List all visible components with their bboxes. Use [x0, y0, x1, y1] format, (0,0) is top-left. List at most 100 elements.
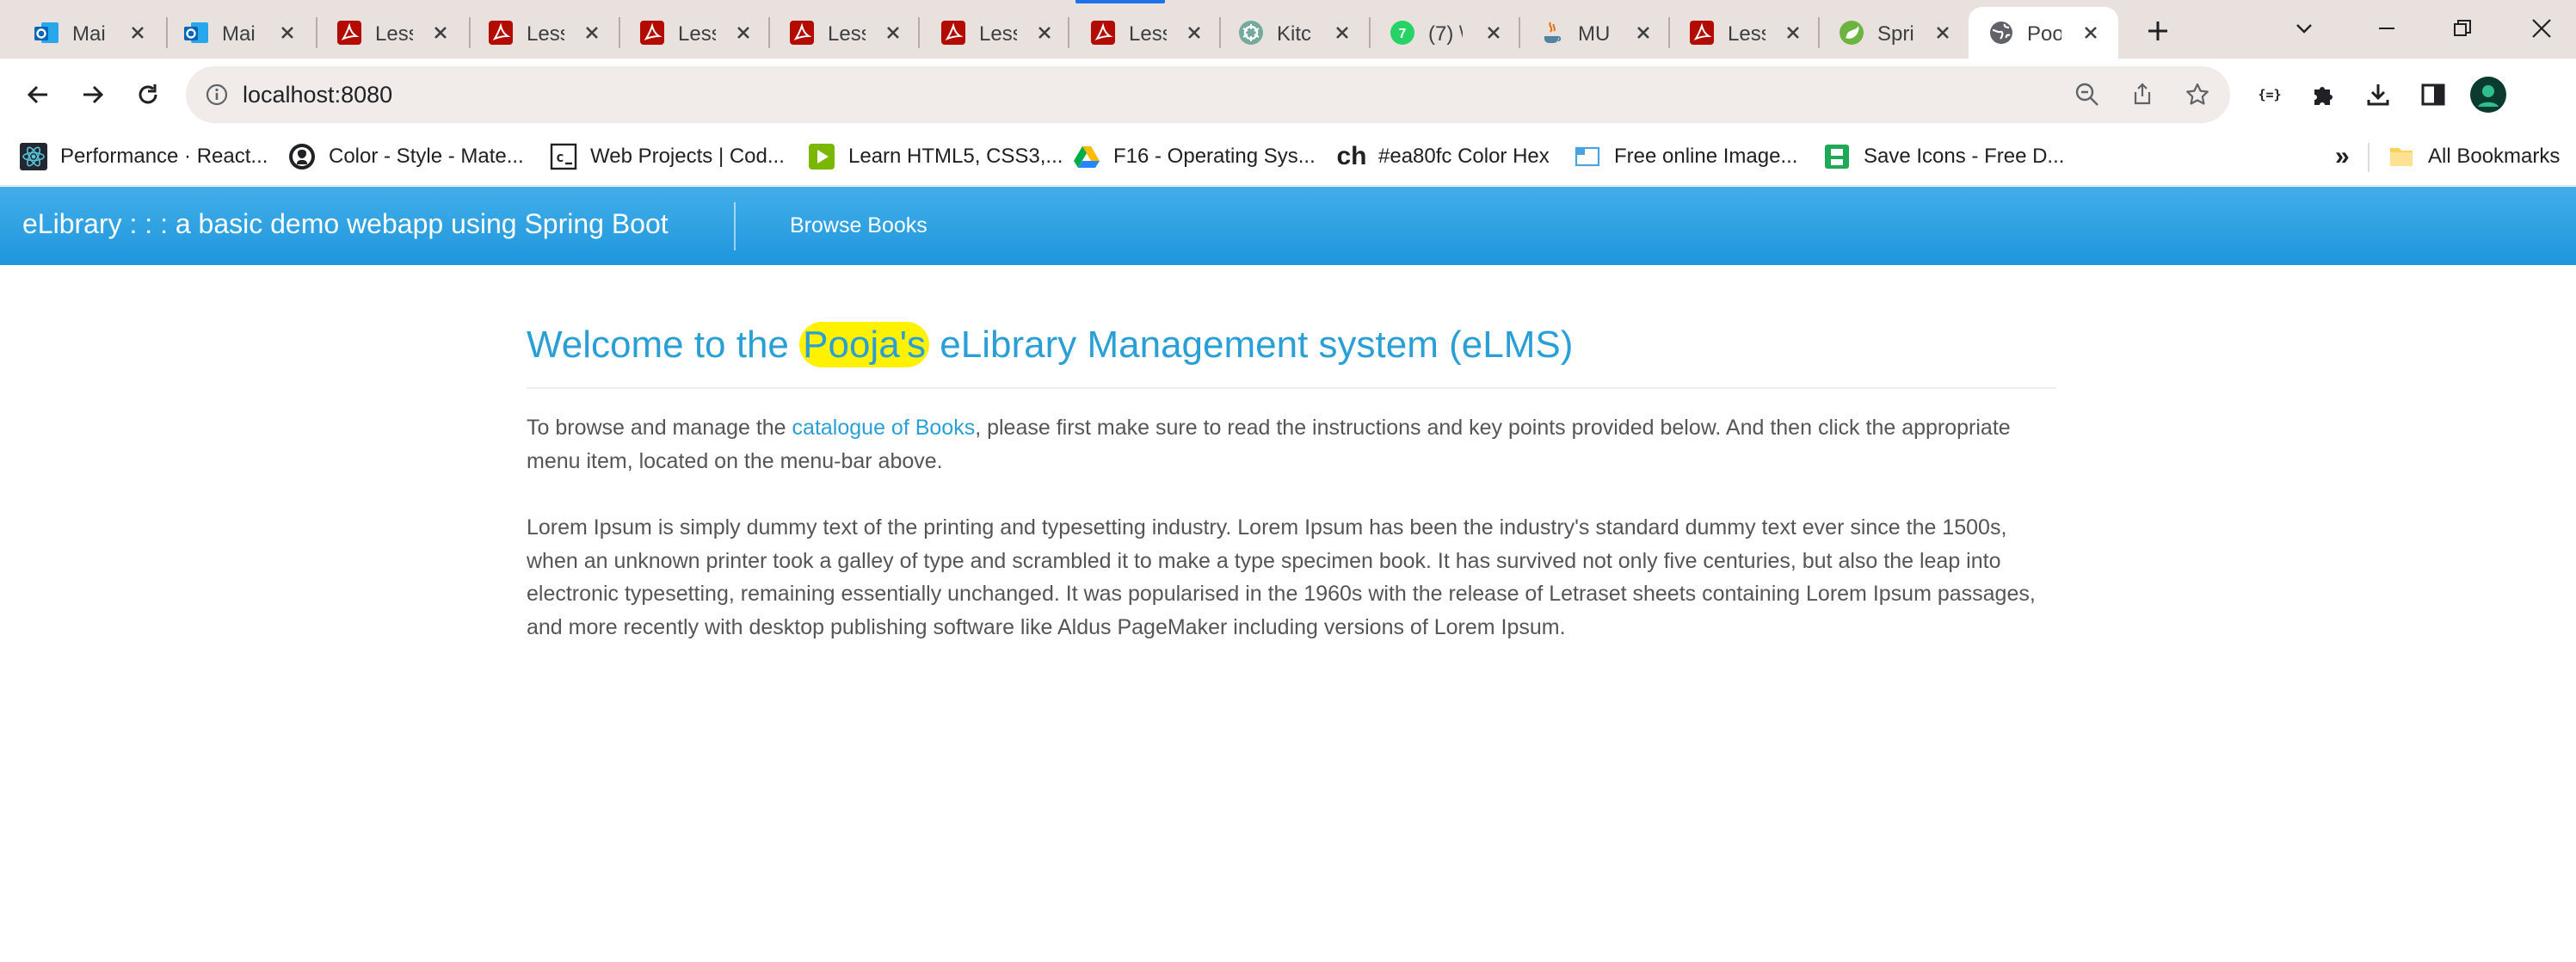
bookmark-label: Performance · React... — [60, 145, 268, 168]
tab-separator — [1668, 17, 1670, 48]
profile-avatar[interactable] — [2468, 74, 2509, 115]
side-panel-icon[interactable] — [2413, 74, 2454, 115]
close-icon[interactable] — [2077, 19, 2105, 46]
close-icon[interactable] — [1929, 19, 1957, 46]
catalogue-link[interactable]: catalogue of Books — [792, 416, 976, 440]
browser-tab[interactable]: Mai — [17, 7, 167, 59]
pdf-icon — [487, 19, 515, 46]
browser-tab[interactable]: Less — [773, 7, 922, 59]
bookmark-item[interactable]: Performance · React... — [19, 139, 268, 174]
play-icon — [807, 142, 836, 171]
address-bar[interactable]: localhost:8080 — [186, 66, 2230, 123]
tab-strip: Mai Mai Less Less — [0, 0, 2576, 59]
minimize-button[interactable] — [2361, 7, 2413, 50]
tab-separator — [918, 17, 920, 48]
bookmark-label: Free online Image... — [1614, 145, 1798, 168]
tab-search-button[interactable] — [2278, 7, 2330, 50]
save-icon — [1822, 142, 1852, 171]
close-icon[interactable] — [1328, 19, 1356, 46]
browser-tab[interactable]: Less — [1074, 7, 1223, 59]
close-icon[interactable] — [124, 19, 151, 46]
outlook-icon — [182, 19, 210, 46]
restore-button[interactable] — [2437, 7, 2488, 50]
tab-title: Mai — [72, 22, 106, 46]
back-button[interactable] — [15, 72, 60, 117]
title-text: Welcome to the — [527, 324, 789, 366]
bookmark-item[interactable]: c Web Projects | Cod... — [549, 139, 785, 174]
browser-tab[interactable]: MU — [1523, 7, 1673, 59]
url-text[interactable]: localhost:8080 — [243, 82, 392, 108]
bookmark-item[interactable]: Learn HTML5, CSS3,... — [807, 139, 1063, 174]
reload-button[interactable] — [126, 72, 170, 117]
browser-tab[interactable]: Less — [1673, 7, 1822, 59]
tab-title: Less — [527, 22, 564, 46]
browser-tab-active[interactable]: Poo — [1969, 7, 2118, 59]
close-icon[interactable] — [879, 19, 907, 46]
tab-title: (7) \ — [1428, 22, 1463, 46]
download-icon[interactable] — [2357, 74, 2399, 115]
close-icon[interactable] — [1480, 19, 1507, 46]
extensions-puzzle-icon[interactable] — [2302, 74, 2344, 115]
close-icon[interactable] — [274, 19, 301, 46]
tab-title: MU — [1578, 22, 1611, 46]
bookmark-item[interactable]: Color - Style - Mate... — [287, 139, 524, 174]
json-viewer-extension-icon[interactable]: {=} — [2249, 74, 2290, 115]
bookmarks-overflow-button[interactable]: » — [2335, 139, 2350, 174]
share-icon[interactable] — [2125, 77, 2160, 112]
browser-tab[interactable]: Less — [320, 7, 470, 59]
browser-tab[interactable]: Less — [924, 7, 1074, 59]
browser-tab[interactable]: Kitc — [1222, 7, 1371, 59]
bookmark-item[interactable]: ch #ea80fc Color Hex — [1337, 139, 1550, 174]
navbar-brand[interactable]: eLibrary : : : a basic demo webapp using… — [22, 208, 669, 240]
bookmark-label: Learn HTML5, CSS3,... — [848, 145, 1063, 168]
svg-text:{=}: {=} — [2258, 87, 2281, 102]
close-icon[interactable] — [1779, 19, 1807, 46]
whatsapp-icon: 7 — [1389, 19, 1416, 46]
close-icon[interactable] — [730, 19, 757, 46]
tab-separator — [1369, 17, 1371, 48]
tab-title: Spri — [1877, 22, 1914, 46]
chatgpt-icon — [1237, 19, 1265, 46]
close-icon[interactable] — [1630, 19, 1657, 46]
close-icon[interactable] — [578, 19, 606, 46]
close-icon[interactable] — [1031, 19, 1058, 46]
folder-icon — [2387, 142, 2416, 171]
svg-text:c: c — [556, 149, 564, 165]
close-icon[interactable] — [427, 19, 454, 46]
forward-button[interactable] — [71, 72, 115, 117]
pdf-icon — [336, 19, 363, 46]
main-content: Welcome to the Pooja's eLibrary Manageme… — [527, 315, 2056, 639]
tab-title: Mai — [222, 22, 256, 46]
browser-tab[interactable]: 7 (7) \ — [1373, 7, 1523, 59]
browser-tab[interactable]: Less — [471, 7, 621, 59]
codepen-icon: c — [549, 142, 578, 171]
pdf-icon — [788, 19, 816, 46]
spring-icon — [1838, 19, 1865, 46]
nav-link-browse-books[interactable]: Browse Books — [790, 213, 927, 238]
bookmark-label: Color - Style - Mate... — [329, 145, 524, 168]
bookmark-label: Save Icons - Free D... — [1864, 145, 2065, 168]
bookmark-item[interactable]: Free online Image... — [1573, 139, 1797, 174]
close-icon[interactable] — [1180, 19, 1208, 46]
bookmark-item[interactable]: Save Icons - Free D... — [1822, 139, 2064, 174]
tab-title: Less — [979, 22, 1017, 46]
star-icon[interactable] — [2180, 77, 2215, 112]
bookmark-label: Web Projects | Cod... — [590, 145, 785, 168]
title-highlight: Pooja's — [799, 322, 930, 367]
info-icon[interactable] — [201, 79, 232, 110]
outlook-icon — [33, 19, 60, 46]
ch-icon: ch — [1336, 142, 1367, 170]
window-close-button[interactable] — [2516, 7, 2567, 50]
zoom-icon[interactable] — [2070, 77, 2105, 112]
browser-tab[interactable]: Mai — [167, 7, 317, 59]
new-tab-button[interactable] — [2139, 12, 2177, 50]
pdf-icon — [638, 19, 666, 46]
image-icon — [1573, 142, 1602, 171]
tab-title: Less — [1129, 22, 1167, 46]
all-bookmarks-button[interactable]: All Bookmarks — [2387, 139, 2560, 174]
tab-title: Less — [828, 22, 866, 46]
tab-separator — [469, 17, 471, 48]
bookmark-item[interactable]: F16 - Operating Sys... — [1072, 139, 1316, 174]
browser-tab[interactable]: Less — [623, 7, 773, 59]
browser-tab[interactable]: Spri — [1822, 7, 1972, 59]
